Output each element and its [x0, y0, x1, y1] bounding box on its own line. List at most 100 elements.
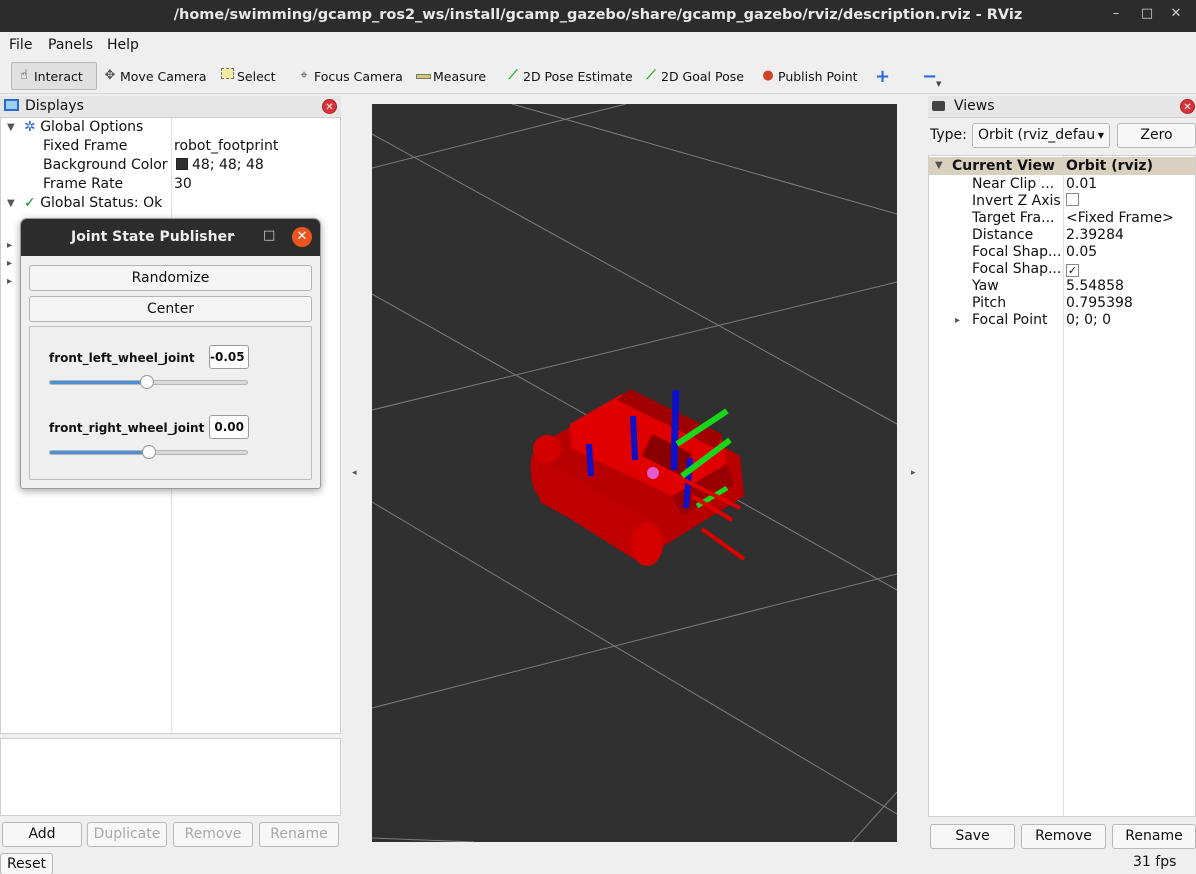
global-options-row[interactable]: ✲ Global Options [24, 119, 143, 138]
slider-handle[interactable] [139, 375, 154, 389]
collapsed-arrow-icon[interactable]: ▸ [7, 240, 12, 251]
current-view-header[interactable]: ▼ Current View Orbit (rviz) [929, 157, 1195, 175]
focal-shape-checkbox[interactable]: ✓ [1066, 261, 1079, 278]
joint-state-publisher-window[interactable]: Joint State Publisher – □ ✕ Randomize Ce… [20, 218, 321, 489]
randomize-button[interactable]: Randomize [29, 265, 312, 291]
collapsed-arrow-icon[interactable]: ▸ [955, 315, 960, 326]
collapse-left-icon[interactable]: ◂ [352, 468, 357, 478]
joint-slider[interactable] [49, 445, 248, 459]
scene-svg [371, 103, 898, 843]
move-camera-icon: ✥ [104, 68, 116, 83]
jsp-title: Joint State Publisher [71, 229, 234, 245]
color-swatch [176, 158, 188, 170]
slider-handle[interactable] [141, 445, 156, 459]
expand-arrow-icon[interactable]: ▼ [7, 122, 15, 133]
goal-pose-label: 2D Goal Pose [661, 68, 744, 84]
reset-button[interactable]: Reset [0, 853, 53, 874]
pose-estimate-label: 2D Pose Estimate [523, 68, 633, 84]
duplicate-display-button[interactable]: Duplicate [87, 822, 167, 847]
zero-button[interactable]: Zero [1117, 123, 1196, 148]
chevron-down-icon: ▼ [1097, 131, 1104, 140]
joint-slider[interactable] [49, 375, 248, 389]
views-title: Views [954, 98, 995, 114]
publish-point-tool[interactable]: ● Publish Point [756, 62, 862, 90]
view-prop-value[interactable]: 0.01 [1066, 176, 1097, 193]
measure-label: Measure [433, 68, 487, 84]
view-prop-value[interactable]: 0.795398 [1066, 295, 1133, 312]
robot-model [530, 389, 746, 566]
green-arrow-icon: ⟋ [508, 68, 518, 83]
render-viewport[interactable] [371, 103, 898, 843]
camera-icon [932, 101, 945, 111]
joint-sliders-group: front_left_wheel_joint -0.05 front_right… [29, 326, 312, 480]
views-tree[interactable]: ▼ Current View Orbit (rviz) Near Clip ..… [928, 155, 1196, 817]
window-title: /home/swimming/gcamp_ros2_ws/install/gca… [173, 7, 1023, 23]
collapse-right-icon[interactable]: ▸ [911, 468, 916, 478]
collapsed-arrow-icon[interactable]: ▸ [7, 258, 12, 269]
view-prop-name: Focal Point [972, 312, 1048, 328]
displays-panel-header: Displays ✕ [0, 96, 341, 118]
jsp-titlebar[interactable]: Joint State Publisher – □ ✕ [21, 219, 320, 256]
center-button[interactable]: Center [29, 296, 312, 322]
views-close-icon[interactable]: ✕ [1180, 99, 1195, 114]
displays-title: Displays [25, 98, 84, 114]
focus-camera-icon: ⌖ [300, 68, 308, 83]
view-prop-value[interactable]: 2.39284 [1066, 227, 1124, 244]
close-icon[interactable]: ✕ [292, 227, 312, 247]
toolbar: ☝ Interact ✥ Move Camera Select ⌖ Focus … [0, 58, 1196, 94]
collapsed-arrow-icon[interactable]: ▸ [7, 276, 12, 287]
view-prop-value[interactable]: 5.54858 [1066, 278, 1124, 295]
remove-display-button[interactable]: Remove [173, 822, 253, 847]
goal-pose-tool[interactable]: ⟋ 2D Goal Pose [639, 62, 748, 90]
expand-arrow-icon[interactable]: ▼ [935, 160, 943, 171]
menu-panels[interactable]: Panels [48, 37, 93, 53]
menu-bar: File Panels Help [0, 32, 1196, 58]
add-display-button[interactable]: Add [2, 822, 82, 847]
view-prop-name: Near Clip ... [972, 176, 1055, 192]
maximize-icon[interactable]: □ [1137, 6, 1157, 21]
view-prop-name: Invert Z Axis [972, 193, 1060, 209]
remove-view-button[interactable]: Remove [1021, 824, 1106, 849]
view-type-label: Type: [930, 127, 967, 143]
save-view-button[interactable]: Save [930, 824, 1015, 849]
publish-point-label: Publish Point [778, 68, 858, 84]
global-status-label: Global Status: Ok [40, 195, 163, 211]
view-prop-value[interactable]: <Fixed Frame> [1066, 210, 1174, 227]
expand-arrow-icon[interactable]: ▼ [7, 198, 15, 209]
frame-rate-value[interactable]: 30 [174, 176, 192, 195]
background-color-value[interactable]: 48; 48; 48 [176, 157, 264, 176]
maximize-icon[interactable]: □ [263, 228, 275, 243]
select-tool[interactable]: Select [215, 62, 280, 90]
view-prop-value[interactable]: 0.05 [1066, 244, 1097, 261]
toolbar-dropdown-icon[interactable]: ▼ [936, 80, 941, 88]
displays-close-icon[interactable]: ✕ [322, 99, 337, 114]
background-color-label: Background Color [43, 157, 168, 173]
fixed-frame-value[interactable]: robot_footprint [174, 138, 278, 157]
invert-z-checkbox[interactable] [1066, 193, 1079, 210]
move-camera-tool[interactable]: ✥ Move Camera [98, 62, 211, 90]
rename-view-button[interactable]: Rename [1112, 824, 1196, 849]
minimize-icon[interactable]: – [1106, 6, 1126, 21]
joint-value-input[interactable]: 0.00 [209, 415, 249, 439]
minimize-icon[interactable]: – [229, 228, 236, 243]
views-panel-header: Views ✕ [928, 96, 1196, 118]
close-icon[interactable]: ✕ [1166, 6, 1186, 21]
view-type-select[interactable]: Orbit (rviz_defau ▼ [972, 123, 1110, 148]
hand-pointer-icon: ☝ [20, 68, 28, 83]
focus-camera-tool[interactable]: ⌖ Focus Camera [292, 62, 407, 90]
add-tool-button[interactable]: + [871, 62, 894, 90]
menu-file[interactable]: File [9, 37, 32, 53]
measure-tool[interactable]: Measure [411, 62, 490, 90]
view-prop-name: Pitch [972, 295, 1007, 311]
global-status-row[interactable]: ✓ Global Status: Ok [24, 195, 162, 214]
pose-estimate-tool[interactable]: ⟋ 2D Pose Estimate [501, 62, 637, 90]
move-camera-label: Move Camera [120, 68, 207, 84]
interact-tool[interactable]: ☝ Interact [11, 62, 97, 90]
select-label: Select [237, 68, 276, 84]
view-prop-value[interactable]: 0; 0; 0 [1066, 312, 1111, 329]
joint-value-input[interactable]: -0.05 [209, 345, 249, 369]
menu-help[interactable]: Help [107, 37, 139, 53]
joint-name: front_right_wheel_joint [49, 421, 205, 435]
rename-display-button[interactable]: Rename [259, 822, 339, 847]
display-description-box [0, 738, 341, 816]
